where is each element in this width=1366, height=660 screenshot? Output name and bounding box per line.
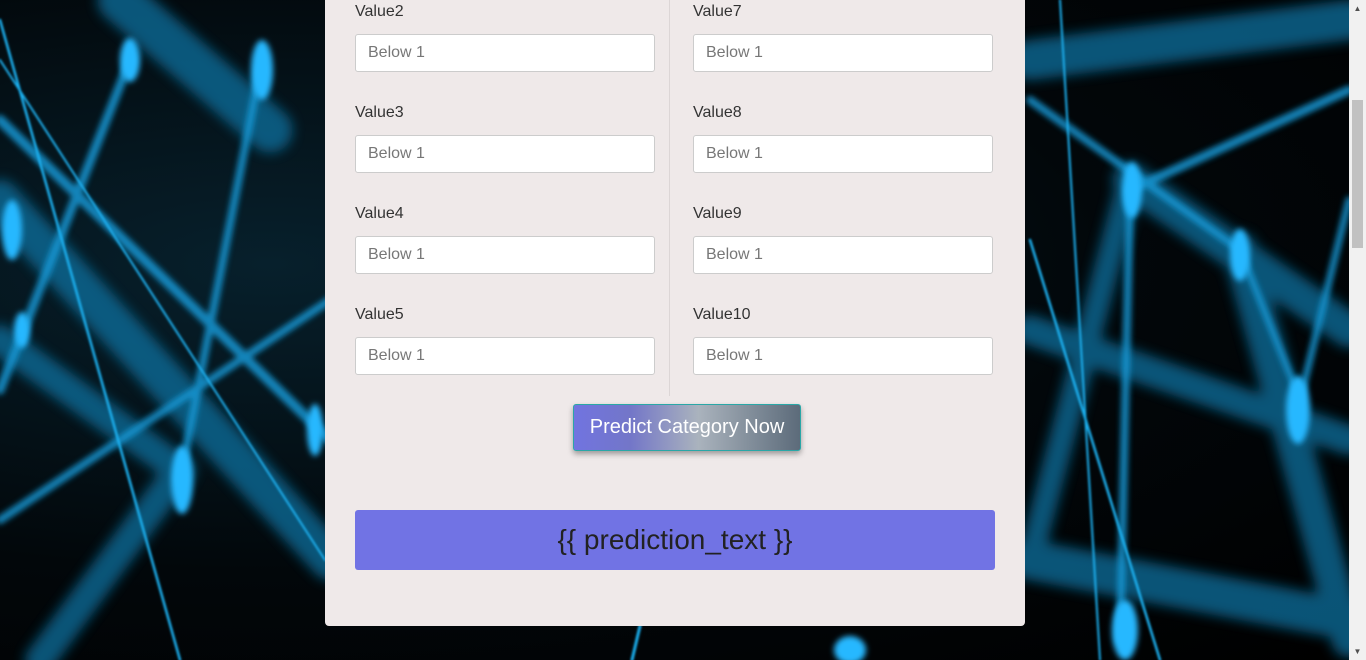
field-value3: Value3 <box>355 103 655 173</box>
scroll-up-button[interactable]: ▲ <box>1349 0 1366 17</box>
vertical-scrollbar[interactable]: ▲ ▼ <box>1349 0 1366 660</box>
value2-input[interactable] <box>355 34 655 72</box>
value4-input[interactable] <box>355 236 655 274</box>
scrollbar-thumb[interactable] <box>1352 100 1363 248</box>
prediction-form-card: Value2 Value3 Value4 Value5 Value7 Value… <box>325 0 1025 626</box>
value4-label: Value4 <box>355 205 404 222</box>
value8-input[interactable] <box>693 135 993 173</box>
triangle-down-icon: ▼ <box>1353 647 1362 656</box>
value5-input[interactable] <box>355 337 655 375</box>
predict-category-button[interactable]: Predict Category Now <box>573 404 801 451</box>
column-divider <box>669 0 670 396</box>
value7-label: Value7 <box>693 3 742 20</box>
field-value9: Value9 <box>693 204 993 274</box>
value8-label: Value8 <box>693 104 742 121</box>
value9-label: Value9 <box>693 205 742 222</box>
field-value2: Value2 <box>355 2 655 72</box>
field-value8: Value8 <box>693 103 993 173</box>
field-value5: Value5 <box>355 305 655 375</box>
value3-input[interactable] <box>355 135 655 173</box>
triangle-up-icon: ▲ <box>1353 4 1362 13</box>
value5-label: Value5 <box>355 306 404 323</box>
value7-input[interactable] <box>693 34 993 72</box>
value10-input[interactable] <box>693 337 993 375</box>
field-value4: Value4 <box>355 204 655 274</box>
prediction-result: {{ prediction_text }} <box>355 510 995 570</box>
value2-label: Value2 <box>355 3 404 20</box>
value3-label: Value3 <box>355 104 404 121</box>
scroll-down-button[interactable]: ▼ <box>1349 643 1366 660</box>
field-value7: Value7 <box>693 2 993 72</box>
value9-input[interactable] <box>693 236 993 274</box>
value10-label: Value10 <box>693 306 751 323</box>
field-value10: Value10 <box>693 305 993 375</box>
